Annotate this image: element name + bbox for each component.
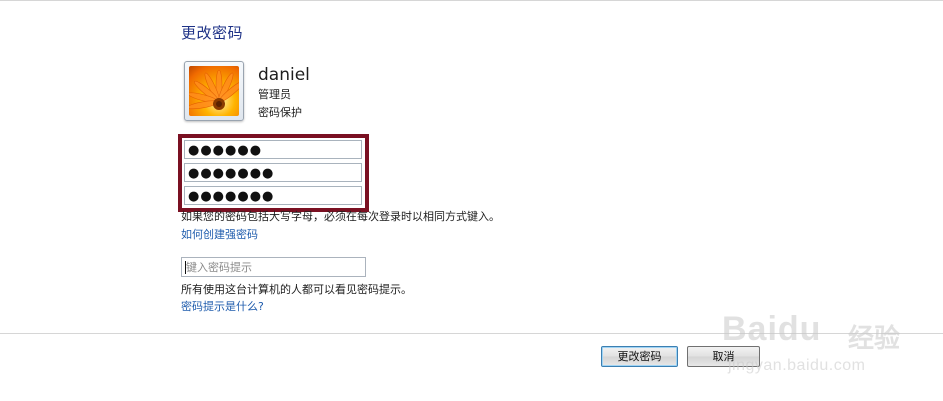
watermark-logo: Baidu	[722, 310, 822, 348]
top-divider	[0, 0, 943, 1]
user-protection-status: 密码保护	[258, 106, 302, 119]
watermark-jingyan: 经验	[848, 324, 901, 354]
hint-visibility-note: 所有使用这台计算机的人都可以看见密码提示。	[181, 283, 412, 296]
password-hint-help-link[interactable]: 密码提示是什么?	[181, 298, 264, 314]
change-password-window: 更改密码 daniel 管理员 密码保护 ●●●●●● ●●●●●●● ●●●●…	[0, 0, 943, 401]
flower-avatar-icon	[189, 66, 239, 116]
user-name: daniel	[258, 65, 310, 85]
bottom-divider	[0, 333, 943, 334]
page-title: 更改密码	[181, 24, 244, 42]
case-sensitivity-note: 如果您的密码包括大写字母，必须在每次登录时以相同方式键入。	[181, 210, 500, 223]
text-caret	[185, 261, 186, 274]
strong-password-link[interactable]: 如何创建强密码	[181, 226, 258, 242]
confirm-password-field[interactable]: ●●●●●●●	[184, 186, 362, 205]
current-password-field[interactable]: ●●●●●●	[184, 140, 362, 159]
change-password-button[interactable]: 更改密码	[601, 346, 678, 367]
user-role: 管理员	[258, 88, 291, 101]
new-password-field[interactable]: ●●●●●●●	[184, 163, 362, 182]
user-avatar	[184, 61, 244, 121]
cancel-button[interactable]: 取消	[687, 346, 760, 367]
password-fields-highlight: ●●●●●● ●●●●●●● ●●●●●●●	[178, 134, 369, 212]
password-hint-input[interactable]	[181, 257, 366, 277]
